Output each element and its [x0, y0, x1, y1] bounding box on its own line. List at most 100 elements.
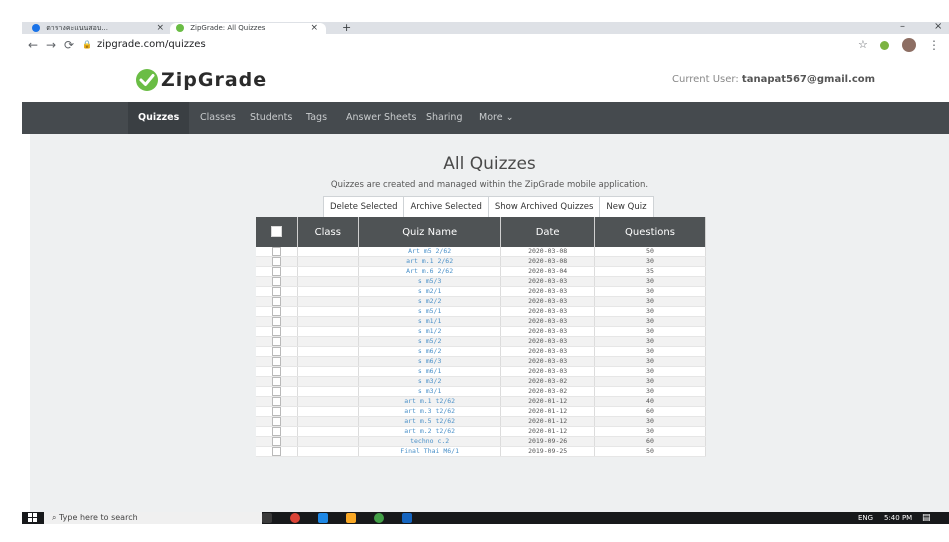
- table-row[interactable]: art m.5 t2/62 2020-01-12 30: [256, 416, 707, 427]
- taskbar-search[interactable]: ⌕ Type here to search: [44, 512, 262, 524]
- windows-start-icon[interactable]: [28, 513, 38, 523]
- quiz-name-link[interactable]: s m1/1: [358, 316, 502, 327]
- quiz-name-link[interactable]: Art m.6 2/62: [358, 266, 502, 277]
- bookmark-star-icon[interactable]: ☆: [858, 38, 868, 51]
- new-quiz-button[interactable]: New Quiz: [599, 196, 654, 218]
- menu-icon[interactable]: ⋮: [928, 38, 940, 52]
- table-row[interactable]: s m2/1 2020-03-03 30: [256, 286, 707, 297]
- word-icon[interactable]: [402, 513, 412, 523]
- notifications-icon[interactable]: ▤: [922, 512, 931, 524]
- table-row[interactable]: s m3/1 2020-03-02 30: [256, 386, 707, 397]
- row-checkbox[interactable]: [271, 247, 281, 256]
- nav-answer-sheets[interactable]: Answer Sheets: [336, 102, 426, 134]
- nav-quizzes[interactable]: Quizzes: [128, 102, 190, 134]
- table-row[interactable]: art m.1 t2/62 2020-01-12 40: [256, 396, 707, 407]
- table-row[interactable]: s m3/2 2020-03-02 30: [256, 376, 707, 387]
- forward-icon[interactable]: →: [46, 38, 56, 52]
- quiz-name-link[interactable]: s m6/1: [358, 366, 502, 377]
- quiz-name-link[interactable]: s m3/1: [358, 386, 502, 397]
- quiz-name-link[interactable]: Art m5 2/62: [358, 247, 502, 257]
- archive-selected-button[interactable]: Archive Selected: [403, 196, 489, 218]
- nav-students[interactable]: Students: [240, 102, 302, 134]
- row-checkbox[interactable]: [271, 417, 281, 426]
- row-checkbox[interactable]: [271, 437, 281, 446]
- select-all-checkbox[interactable]: [270, 226, 282, 238]
- quiz-name-link[interactable]: s m6/3: [358, 356, 502, 367]
- file-explorer-icon[interactable]: [346, 513, 356, 523]
- zipgrade-logo[interactable]: ZipGrade: [136, 68, 267, 92]
- column-header-quiz-name[interactable]: Quiz Name: [358, 217, 502, 247]
- quiz-name-link[interactable]: art m.1 t2/62: [358, 396, 502, 407]
- row-checkbox[interactable]: [271, 427, 281, 436]
- current-user-email[interactable]: tanapat567@gmail.com: [742, 74, 875, 85]
- close-window-icon[interactable]: ×: [934, 22, 942, 32]
- table-row[interactable]: Art m5 2/62 2020-03-08 50: [256, 247, 707, 257]
- row-checkbox[interactable]: [271, 397, 281, 406]
- nav-more[interactable]: More ⌄: [469, 102, 524, 134]
- row-checkbox[interactable]: [271, 317, 281, 326]
- row-checkbox[interactable]: [271, 287, 281, 296]
- chrome-icon[interactable]: [290, 513, 300, 523]
- back-icon[interactable]: ←: [28, 38, 38, 52]
- nav-sharing[interactable]: Sharing: [416, 102, 472, 134]
- quiz-name-link[interactable]: art m.1 2/62: [358, 256, 502, 267]
- quiz-name-link[interactable]: s m5/3: [358, 276, 502, 287]
- tab-zipgrade[interactable]: ZipGrade: All Quizzes ×: [170, 23, 326, 34]
- avatar[interactable]: [902, 38, 916, 52]
- row-checkbox[interactable]: [271, 297, 281, 306]
- column-header-class[interactable]: Class: [297, 217, 359, 247]
- nav-classes[interactable]: Classes: [190, 102, 246, 134]
- minimize-icon[interactable]: –: [900, 22, 905, 32]
- column-header-questions[interactable]: Questions: [594, 217, 707, 247]
- table-row[interactable]: s m5/3 2020-03-03 30: [256, 276, 707, 287]
- reload-icon[interactable]: ⟳: [64, 38, 74, 52]
- nav-tags[interactable]: Tags: [296, 102, 337, 134]
- row-checkbox[interactable]: [271, 387, 281, 396]
- row-checkbox[interactable]: [271, 367, 281, 376]
- table-row[interactable]: s m5/1 2020-03-03 30: [256, 306, 707, 317]
- new-tab-button[interactable]: +: [342, 22, 351, 34]
- close-tab-icon[interactable]: ×: [156, 23, 164, 34]
- table-row[interactable]: s m1/1 2020-03-03 30: [256, 316, 707, 327]
- table-row[interactable]: s m6/3 2020-03-03 30: [256, 356, 707, 367]
- quiz-name-link[interactable]: s m1/2: [358, 326, 502, 337]
- language-indicator[interactable]: ENG: [858, 512, 873, 524]
- row-checkbox[interactable]: [271, 307, 281, 316]
- table-row[interactable]: art m.3 t2/62 2020-01-12 60: [256, 406, 707, 417]
- quiz-name-link[interactable]: art m.3 t2/62: [358, 406, 502, 417]
- extension-icon[interactable]: [880, 41, 889, 50]
- table-row[interactable]: art m.2 t2/62 2020-01-12 30: [256, 426, 707, 437]
- table-row[interactable]: s m5/2 2020-03-03 30: [256, 336, 707, 347]
- task-view-icon[interactable]: [262, 513, 272, 523]
- table-row[interactable]: s m6/2 2020-03-03 30: [256, 346, 707, 357]
- address-bar[interactable]: 🔒 zipgrade.com/quizzes: [82, 39, 206, 50]
- quiz-name-link[interactable]: s m6/2: [358, 346, 502, 357]
- column-header-date[interactable]: Date: [500, 217, 595, 247]
- quiz-name-link[interactable]: art m.5 t2/62: [358, 416, 502, 427]
- table-row[interactable]: art m.1 2/62 2020-03-08 30: [256, 256, 707, 267]
- table-row[interactable]: techno c.2 2019-09-26 60: [256, 436, 707, 447]
- row-checkbox[interactable]: [271, 327, 281, 336]
- line-app-icon[interactable]: [374, 513, 384, 523]
- quiz-name-link[interactable]: s m5/2: [358, 336, 502, 347]
- show-archived-button[interactable]: Show Archived Quizzes: [487, 196, 601, 218]
- quiz-name-link[interactable]: Final Thai M6/1: [358, 446, 502, 457]
- close-tab-icon[interactable]: ×: [310, 23, 318, 34]
- row-checkbox[interactable]: [271, 267, 281, 276]
- table-row[interactable]: Art m.6 2/62 2020-03-04 35: [256, 266, 707, 277]
- table-row[interactable]: Final Thai M6/1 2019-09-25 50: [256, 446, 707, 457]
- row-checkbox[interactable]: [271, 337, 281, 346]
- quiz-name-link[interactable]: s m3/2: [358, 376, 502, 387]
- table-row[interactable]: s m2/2 2020-03-03 30: [256, 296, 707, 307]
- row-checkbox[interactable]: [271, 377, 281, 386]
- row-checkbox[interactable]: [271, 357, 281, 366]
- table-row[interactable]: s m1/2 2020-03-03 30: [256, 326, 707, 337]
- quiz-name-link[interactable]: techno c.2: [358, 436, 502, 447]
- quiz-name-link[interactable]: s m5/1: [358, 306, 502, 317]
- tab-sheet[interactable]: ตารางคะแนนสอบ... ×: [32, 23, 172, 34]
- clock[interactable]: 5:40 PM: [884, 512, 912, 524]
- edge-icon[interactable]: [318, 513, 328, 523]
- quiz-name-link[interactable]: art m.2 t2/62: [358, 426, 502, 437]
- row-checkbox[interactable]: [271, 347, 281, 356]
- row-checkbox[interactable]: [271, 407, 281, 416]
